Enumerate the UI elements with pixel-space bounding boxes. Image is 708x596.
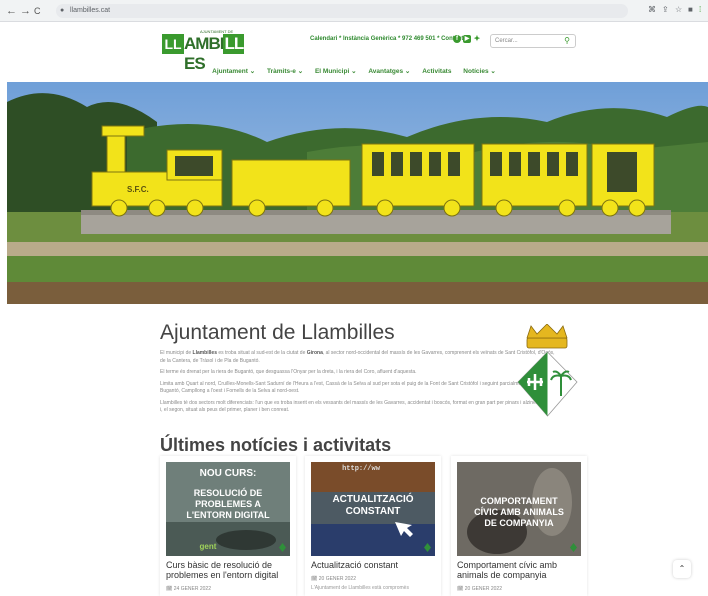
news-image-line-1: COMPORTAMENT: [480, 496, 558, 506]
menu-item-noticies[interactable]: Notícies ⌄: [463, 68, 496, 75]
page-title: Ajuntament de Llambilles: [160, 321, 395, 344]
news-image-brand: gent: [199, 542, 217, 551]
youtube-icon[interactable]: ▶: [463, 35, 471, 43]
news-card-course[interactable]: NOU CURS: RESOLUCIÓ DE PROBLEMES A L'ENT…: [160, 456, 296, 596]
site-header: AJUNTAMENT DE LL AMBILLES Calendari * In…: [0, 22, 708, 82]
back-icon[interactable]: ←: [6, 4, 17, 18]
news-image-url-text: http://ww: [342, 465, 380, 473]
lock-icon: ●: [60, 7, 65, 14]
menu-item-ajuntament[interactable]: Ajuntament ⌄: [212, 68, 255, 75]
address-bar[interactable]: ● llambilles.cat: [56, 4, 628, 18]
intro-section: Ajuntament de Llambilles El municipi de …: [160, 320, 560, 415]
municipal-badge-icon: [424, 543, 431, 552]
browser-toolbar: ← → C ● llambilles.cat ⌘ ⇪ ☆ ■ ⁞: [0, 0, 708, 22]
intro-paragraph-4: Llambilles té dos sectors molt diferenci…: [160, 399, 557, 414]
menu-item-tramits[interactable]: Tràmits-e ⌄: [267, 68, 303, 75]
news-image-line-1: NOU CURS:: [199, 468, 257, 479]
search-input[interactable]: Cercar... ⚲: [490, 34, 576, 48]
bookmark-star-icon[interactable]: ☆: [675, 5, 682, 14]
intro-paragraph-1: El municipi de Llambilles es troba situa…: [160, 350, 555, 364]
news-image-update[interactable]: http://ww ACTUALITZACIÓ CONSTANT: [311, 462, 435, 556]
hero-image: S.F.C.: [7, 82, 708, 304]
news-image-line-2: RESOLUCIÓ DE: [193, 488, 263, 498]
news-heading: Últimes notícies i activitats: [160, 435, 392, 455]
news-image-line-3: DE COMPANYIA: [484, 518, 554, 528]
menu-item-activitats[interactable]: Activitats: [422, 68, 451, 75]
news-image-line-1: ACTUALITZACIÓ: [332, 494, 414, 505]
news-image-line-3: PROBLEMES A: [195, 499, 261, 509]
news-card-update[interactable]: http://ww ACTUALITZACIÓ CONSTANT Actuali…: [305, 456, 441, 596]
main-menu: Ajuntament ⌄ Tràmits-e ⌄ El Municipi ⌄ A…: [0, 67, 708, 75]
coat-of-arms-emblem: [515, 323, 580, 419]
site-logo[interactable]: AJUNTAMENT DE LL AMBILLES: [160, 29, 255, 73]
news-title-course[interactable]: Curs bàsic de resolució de problemes en …: [166, 560, 292, 580]
municipal-badge-icon: [279, 543, 286, 552]
reload-icon[interactable]: C: [34, 4, 41, 18]
translate-icon[interactable]: ⌘: [648, 5, 656, 14]
search-icon[interactable]: ⚲: [564, 35, 570, 47]
back-to-top-button[interactable]: ⌃: [673, 560, 691, 578]
municipal-badge-icon: [570, 543, 577, 552]
news-card-pets[interactable]: COMPORTAMENT CÍVIC AMB ANIMALS DE COMPAN…: [451, 456, 587, 596]
share-icon[interactable]: ⇪: [662, 5, 669, 14]
facebook-icon[interactable]: f: [453, 35, 461, 43]
intro-paragraph-3: Limita amb Quart al nord, Cruïlles-Monel…: [160, 380, 550, 395]
profile-icon[interactable]: ⁞: [699, 5, 701, 14]
news-excerpt-update: L'Ajuntament de Llambilles està compromè…: [311, 585, 409, 591]
news-image-course[interactable]: NOU CURS: RESOLUCIÓ DE PROBLEMES A L'ENT…: [166, 462, 290, 556]
news-image-line-2: CÍVIC AMB ANIMALS: [474, 507, 564, 517]
news-title-pets[interactable]: Comportament cívic amb animals de compan…: [457, 560, 583, 580]
news-title-update[interactable]: Actualització constant: [311, 560, 437, 570]
forward-icon[interactable]: →: [20, 4, 31, 18]
logo-ll-block: LL: [162, 34, 184, 54]
news-image-line-2: CONSTANT: [345, 506, 401, 517]
news-date-course: 🗓 24 GENER 2022: [166, 586, 211, 592]
top-links[interactable]: Calendari * Instància Genèrica * 972 469…: [310, 36, 471, 42]
intro-paragraph-2: El terme és drenat per la riera de Bugan…: [160, 369, 417, 375]
menu-item-municipi[interactable]: El Municipi ⌄: [315, 68, 357, 75]
news-image-pets[interactable]: COMPORTAMENT CÍVIC AMB ANIMALS DE COMPAN…: [457, 462, 581, 556]
search-placeholder: Cercar...: [495, 38, 518, 44]
menu-item-avantatges[interactable]: Avantatges ⌄: [368, 68, 410, 75]
news-image-line-4: L'ENTORN DIGITAL: [186, 510, 270, 520]
address-url: llambilles.cat: [70, 7, 111, 14]
twitter-icon[interactable]: ✦: [473, 35, 481, 43]
news-date-pets: 🗓 20 GENER 2022: [457, 586, 502, 592]
news-date-update: 🗓 20 GENER 2022: [311, 576, 356, 582]
train-label: S.F.C.: [127, 185, 149, 194]
extension-icon[interactable]: ■: [688, 5, 693, 14]
